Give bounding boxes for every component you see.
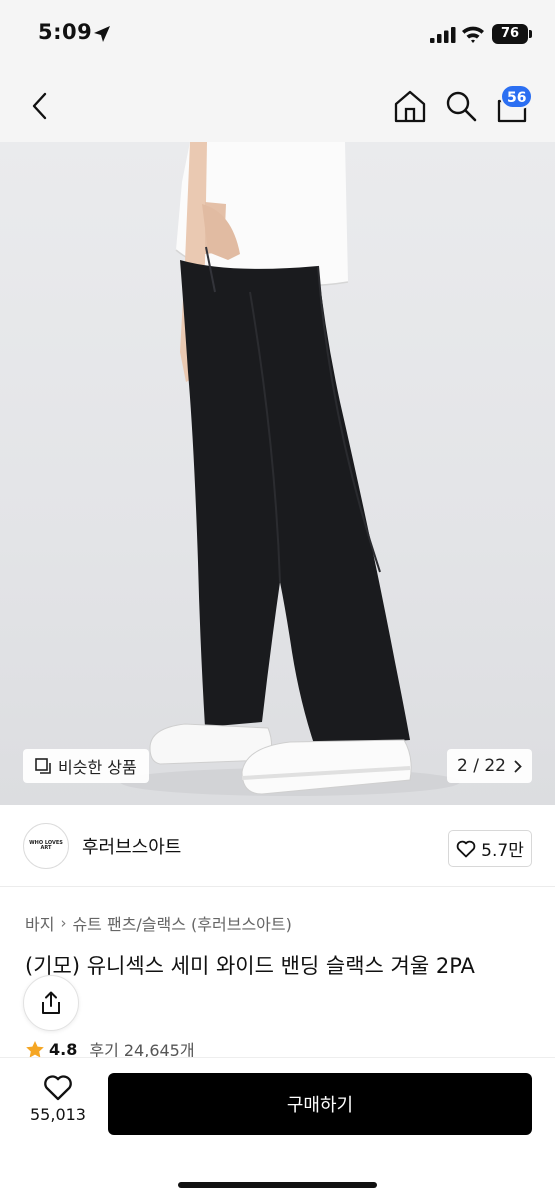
- heart-icon: [44, 1075, 72, 1101]
- share-icon: [42, 991, 60, 1014]
- image-counter[interactable]: 2 / 22: [447, 749, 532, 783]
- rating-score: 4.8: [49, 1039, 78, 1059]
- similar-products-button[interactable]: 비슷한 상품: [23, 749, 149, 783]
- brand-row[interactable]: WHO LOVES ART 후러브스아트 5.7만: [0, 805, 555, 887]
- wishlist-button[interactable]: 55,013: [20, 1074, 96, 1134]
- status-bar: 5:09 76: [0, 0, 555, 70]
- review-count: 후기 24,645개: [89, 1041, 195, 1059]
- status-time: 5:09: [38, 20, 93, 44]
- brand-like-button[interactable]: 5.7만: [448, 830, 532, 867]
- heart-icon: [456, 840, 476, 857]
- product-photo: [120, 142, 460, 796]
- location-arrow-icon: [94, 26, 110, 42]
- wifi-icon: [462, 26, 484, 43]
- bottom-action-bar: 55,013 구매하기: [0, 1057, 555, 1200]
- nav-bar: 56: [0, 70, 555, 142]
- back-icon[interactable]: [28, 90, 52, 122]
- star-icon: [26, 1040, 44, 1058]
- chevron-right-icon: [514, 760, 522, 772]
- share-button[interactable]: [23, 975, 79, 1031]
- product-image-gallery[interactable]: 비슷한 상품 2 / 22: [0, 142, 555, 805]
- image-counter-label: 2 / 22: [457, 756, 506, 776]
- breadcrumb-item-subcategory[interactable]: 슈트 팬츠/슬랙스 (후러브스아트): [72, 911, 291, 935]
- brand-name[interactable]: 후러브스아트: [82, 833, 181, 859]
- battery-icon: 76: [492, 24, 528, 44]
- product-title: (기모) 유니섹스 세미 와이드 밴딩 슬랙스 겨울 2PA: [25, 954, 475, 978]
- similar-products-icon: [35, 757, 51, 774]
- home-icon[interactable]: [392, 88, 428, 124]
- cart-count-badge: 56: [500, 84, 534, 109]
- wishlist-count: 55,013: [30, 1105, 86, 1124]
- search-icon[interactable]: [443, 88, 479, 124]
- brand-logo[interactable]: WHO LOVES ART: [23, 823, 69, 869]
- breadcrumb: 바지 › 슈트 팬츠/슬랙스 (후러브스아트): [25, 911, 292, 935]
- rating-row[interactable]: 4.8 후기 24,645개: [25, 1039, 195, 1059]
- breadcrumb-item-category[interactable]: 바지: [25, 911, 54, 935]
- home-indicator: [178, 1182, 377, 1188]
- brand-like-count: 5.7만: [481, 841, 524, 861]
- signal-icon: [430, 27, 456, 43]
- similar-products-label: 비슷한 상품: [58, 758, 137, 777]
- buy-button[interactable]: 구매하기: [108, 1073, 532, 1135]
- chevron-right-icon: ›: [60, 914, 67, 932]
- battery-tip: [529, 30, 532, 38]
